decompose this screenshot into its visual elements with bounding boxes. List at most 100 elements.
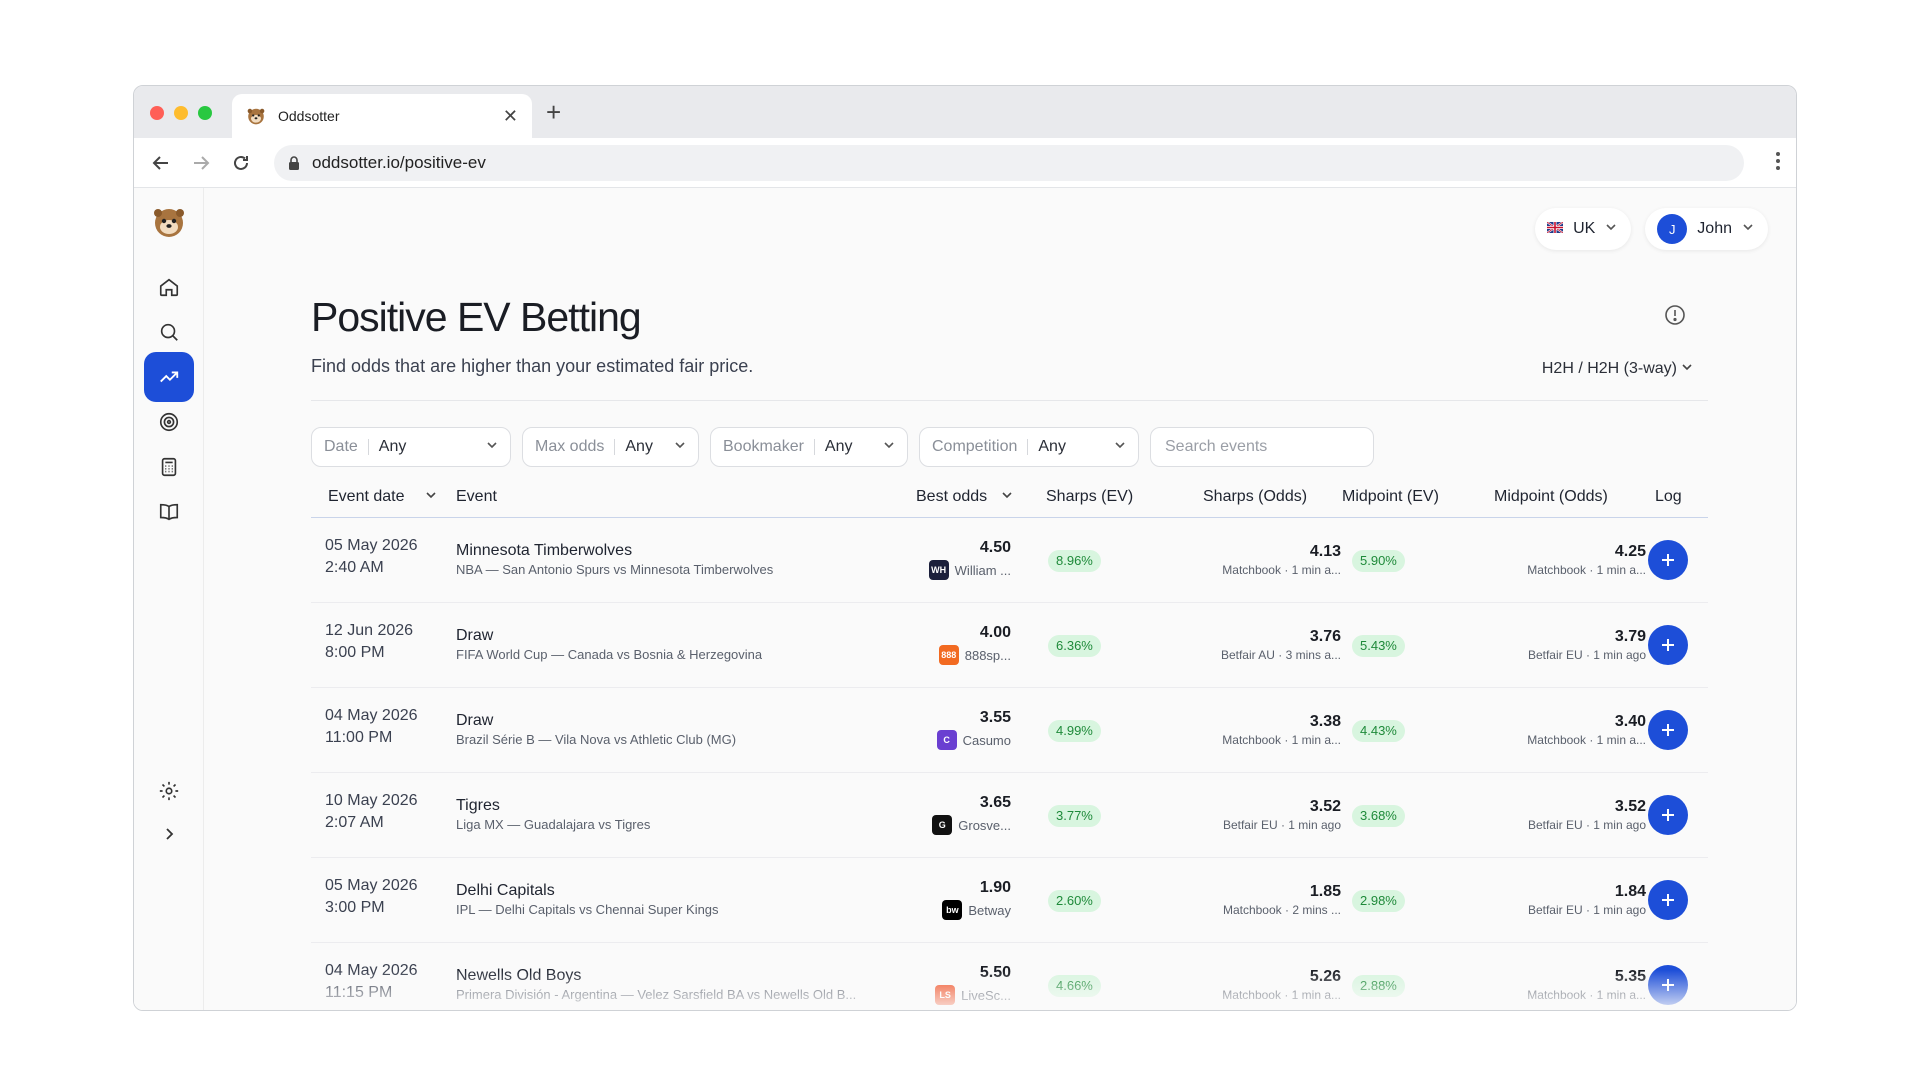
book-icon[interactable]	[144, 487, 194, 537]
midpoint-odds-cell: 3.40 Matchbook · 1 min a...	[1441, 712, 1646, 747]
search-icon[interactable]	[144, 307, 194, 357]
tab-title: Oddsotter	[278, 108, 340, 124]
user-menu[interactable]: J John	[1645, 208, 1768, 250]
sharps-ev-badge: 4.99%	[1048, 720, 1101, 742]
event-title: Newells Old Boys	[456, 967, 582, 984]
add-log-button[interactable]	[1648, 710, 1688, 750]
sharps-odds-value: 1.85	[1309, 883, 1341, 900]
sidebar	[134, 188, 204, 1010]
chevron-down-icon	[1742, 220, 1754, 238]
table-row[interactable]: 04 May 2026 11:00 PM Draw Brazil Série B —…	[311, 688, 1708, 773]
minimize-window-button[interactable]	[174, 106, 188, 120]
midpoint-source: Matchbook · 1 min a...	[1527, 563, 1646, 577]
sharps-odds-cell: 5.26 Matchbook · 1 min a...	[1171, 967, 1341, 1002]
market-label: H2H / H2H (3-way)	[1541, 360, 1677, 377]
midpoint-source: Matchbook · 1 min a...	[1527, 988, 1646, 1002]
max-odds-filter[interactable]: Max odds Any	[522, 427, 699, 467]
otter-favicon-icon	[246, 106, 266, 126]
chevron-down-icon	[1605, 220, 1617, 238]
chevron-down-icon	[1001, 488, 1013, 506]
info-icon[interactable]	[1664, 304, 1686, 331]
region-selector[interactable]: UK	[1535, 208, 1632, 250]
table-row[interactable]: 12 Jun 2026 8:00 PM Draw FIFA World Cup — …	[311, 603, 1708, 688]
midpoint-source: Betfair EU · 1 min ago	[1527, 648, 1646, 662]
sharps-odds-value: 3.52	[1309, 798, 1341, 815]
table-row[interactable]: 05 May 2026 2:40 AM Minnesota Timberwolve…	[311, 518, 1708, 603]
midpoint-ev-badge: 5.90%	[1352, 550, 1405, 572]
filter-label: Date	[324, 438, 358, 455]
home-icon[interactable]	[144, 262, 194, 312]
midpoint-odds-cell: 1.84 Betfair EU · 1 min ago	[1441, 882, 1646, 917]
sharps-odds-cell: 4.13 Matchbook · 1 min a...	[1171, 542, 1341, 577]
table-row[interactable]: 04 May 2026 11:15 PM Newells Old Boys Prim…	[311, 943, 1708, 1010]
midpoint-ev-header: Midpoint (EV)	[1342, 488, 1439, 506]
new-tab-button[interactable]: +	[546, 98, 561, 126]
sharps-odds-value: 3.38	[1309, 713, 1341, 730]
bookmaker-name: William ...	[954, 562, 1011, 578]
forward-icon[interactable]	[188, 150, 214, 176]
browser-menu-icon[interactable]	[1776, 152, 1780, 170]
uk-flag-icon	[1546, 220, 1564, 238]
target-icon[interactable]	[144, 397, 194, 447]
add-log-button[interactable]	[1648, 625, 1688, 665]
trending-up-icon[interactable]	[144, 352, 194, 402]
browser-window: Oddsotter ✕ + oddsotter.io/positive-ev U…	[133, 85, 1797, 1011]
bookmaker-name: Betway	[968, 902, 1011, 918]
add-log-button[interactable]	[1648, 880, 1688, 920]
bookmaker-logo-icon: WH	[928, 560, 949, 580]
midpoint-ev-badge: 4.43%	[1352, 720, 1405, 742]
header-label: Sharps (EV)	[1046, 488, 1134, 505]
reload-icon[interactable]	[228, 150, 254, 176]
sharps-ev-badge: 3.77%	[1048, 805, 1101, 827]
chevron-down-icon	[883, 438, 895, 456]
filter-label: Max odds	[535, 438, 605, 455]
event-subtitle: IPL — Delhi Capitals vs Chennai Super Ki…	[456, 902, 719, 917]
midpoint-odds-cell: 4.25 Matchbook · 1 min a...	[1441, 542, 1646, 577]
add-log-button[interactable]	[1648, 540, 1688, 580]
event-cell: Draw Brazil Série B — Vila Nova vs Athlet…	[456, 711, 736, 749]
table-row[interactable]: 10 May 2026 2:07 AM Tigres Liga MX — Guada…	[311, 773, 1708, 858]
search-events-input[interactable]	[1150, 427, 1374, 467]
sharps-ev-badge: 6.36%	[1048, 635, 1101, 657]
add-log-button[interactable]	[1648, 965, 1688, 1005]
chevron-down-icon	[674, 438, 686, 456]
event-date-cell: 04 May 2026 11:15 PM	[325, 960, 418, 1004]
otter-logo-icon[interactable]	[151, 204, 187, 240]
midpoint-odds-cell: 3.52 Betfair EU · 1 min ago	[1441, 797, 1646, 832]
date-filter[interactable]: Date Any	[311, 427, 511, 467]
market-selector[interactable]: H2H / H2H (3-way)	[1542, 360, 1693, 378]
sharps-source: Betfair AU · 3 mins a...	[1220, 648, 1341, 662]
event-header: Event	[456, 488, 497, 506]
browser-tab[interactable]: Oddsotter ✕	[232, 94, 532, 138]
bookmaker-filter[interactable]: Bookmaker Any	[710, 427, 908, 467]
chevron-right-icon[interactable]	[144, 809, 194, 859]
sharps-odds-cell: 1.85 Matchbook · 2 mins ...	[1171, 882, 1341, 917]
best-odds-value: 5.50	[979, 964, 1011, 981]
sharps-odds-value: 5.26	[1309, 968, 1341, 985]
best-odds-cell: 5.50 LS LiveSc...	[916, 963, 1011, 1005]
midpoint-odds-header: Midpoint (Odds)	[1494, 488, 1608, 506]
add-log-button[interactable]	[1648, 795, 1688, 835]
close-tab-icon[interactable]: ✕	[503, 106, 518, 127]
url-bar[interactable]: oddsotter.io/positive-ev	[274, 145, 1744, 181]
best-odds-value: 3.65	[979, 794, 1011, 811]
filter-value: Any	[378, 438, 407, 455]
event-date-header[interactable]: Event date	[328, 488, 437, 506]
maximize-window-button[interactable]	[198, 106, 212, 120]
close-window-button[interactable]	[150, 106, 164, 120]
table-row[interactable]: 05 May 2026 3:00 PM Delhi Capitals IPL — D…	[311, 858, 1708, 943]
event-title: Delhi Capitals	[456, 882, 555, 899]
sharps-ev-header: Sharps (EV)	[1046, 488, 1133, 506]
calculator-icon[interactable]	[144, 442, 194, 492]
sharps-odds-value: 3.76	[1309, 628, 1341, 645]
competition-filter[interactable]: Competition Any	[919, 427, 1139, 467]
bookmaker-name: LiveSc...	[961, 987, 1011, 1003]
back-icon[interactable]	[148, 150, 174, 176]
region-label: UK	[1573, 220, 1596, 237]
event-cell: Delhi Capitals IPL — Delhi Capitals vs Ch…	[456, 881, 719, 919]
midpoint-odds-value: 5.35	[1614, 968, 1646, 985]
user-name: John	[1697, 220, 1732, 237]
filter-value: Any	[625, 438, 653, 455]
best-odds-value: 3.55	[979, 709, 1011, 726]
best-odds-header[interactable]: Best odds	[916, 488, 1013, 506]
